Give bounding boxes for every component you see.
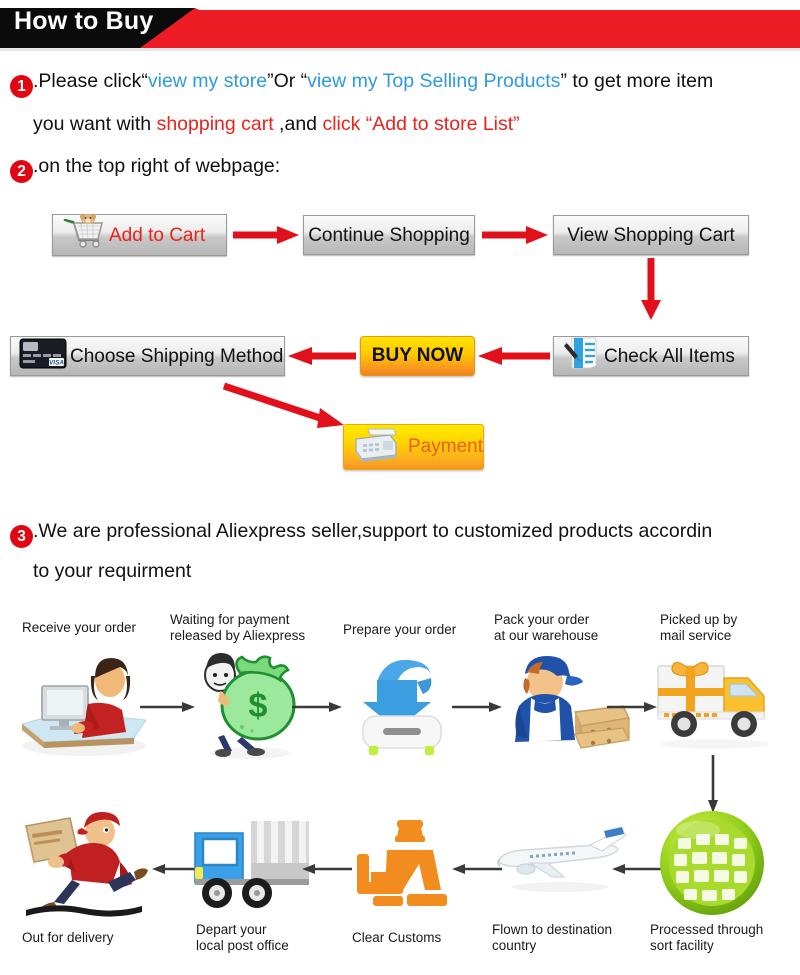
gift-truck-icon [652, 652, 782, 757]
arrow-shipping-to-payment [222, 382, 352, 437]
flow-label-out-for-delivery: Out for delivery [22, 930, 114, 946]
flow-label-prepare-order: Prepare your order [343, 622, 456, 638]
running-courier-icon [8, 808, 158, 923]
payment-label: Payment [408, 436, 483, 457]
step-3-text-2: to your requirment [33, 560, 192, 582]
step-1-text-a: .Please click [33, 70, 142, 92]
arrow-viewcart-to-checkitems [637, 258, 665, 325]
check-all-items-button[interactable]: Check All Items [553, 336, 749, 376]
checklist-icon [562, 336, 602, 376]
flow-label-line1: Prepare your order [343, 622, 457, 637]
flow-label-line1: Picked up by [660, 612, 738, 627]
flow-label-line1: Receive your order [22, 620, 137, 635]
credit-card-icon: VISA [19, 338, 67, 375]
svg-text:$: $ [249, 687, 268, 725]
step-1-line2-b: ,and [273, 113, 323, 135]
flow-label-flown-destination: Flown to destination country [492, 922, 612, 954]
pos-terminal-icon [350, 425, 402, 470]
flow-label-line1: Depart your [196, 922, 267, 937]
flow-label-line1: Pack your order [494, 612, 590, 627]
flow-label-sort-facility: Processed through sort facility [650, 922, 763, 954]
step-2-text: .on the top right of webpage: [33, 155, 281, 177]
buy-now-button[interactable]: BUY NOW [360, 336, 475, 376]
flow-label-line2: released by Aliexpress [170, 627, 306, 643]
arrow-buynow-to-shipping [288, 345, 356, 372]
step-1-line2-a: you want with [33, 113, 157, 135]
flow-label-line1: Processed through [650, 922, 764, 937]
step-2-line: 2 .on the top right of webpage: [10, 155, 280, 183]
arrow-checkitems-to-buynow [478, 345, 550, 372]
flow-label-line1: Waiting for payment [170, 612, 290, 627]
flow-label-picked-up: Picked up by mail service [660, 612, 737, 644]
step-1-text-b: Or [273, 70, 301, 92]
download-arrow-icon [347, 650, 457, 760]
text-add-to-store-list: click “Add to store List” [322, 113, 520, 135]
view-shopping-cart-button[interactable]: View Shopping Cart [553, 215, 749, 255]
flow-label-line2: at our warehouse [494, 627, 599, 643]
step-1-text-c: to get more item [566, 70, 714, 92]
step-1-line-2: you want with shopping cart ,and click “… [33, 113, 520, 136]
choose-shipping-method-label: Choose Shipping Method [70, 345, 284, 367]
link-view-my-store[interactable]: view my store [148, 70, 267, 92]
choose-shipping-method-button[interactable]: VISA Choose Shipping Method [10, 336, 285, 376]
flow-label-clear-customs: Clear Customs [352, 930, 441, 946]
step-2-number: 2 [10, 160, 33, 183]
step-3-line-2: to your requirment [33, 560, 191, 583]
buy-now-label: BUY NOW [371, 345, 464, 366]
flow-label-line1: Flown to destination [492, 922, 613, 937]
flow-label-depart-post-office: Depart your local post office [196, 922, 289, 954]
svg-text:VISA: VISA [49, 359, 64, 366]
blue-truck-icon [185, 815, 315, 920]
person-at-computer-icon [14, 650, 154, 765]
flow-label-line2: sort facility [650, 937, 714, 953]
flow-arrow-2 [292, 700, 342, 719]
payment-button[interactable]: Payment [343, 424, 484, 470]
page-header: How to Buy [0, 0, 800, 52]
arrow-continue-to-viewcart [482, 224, 548, 251]
step-3-line-1: 3 .We are professional Aliexpress seller,… [10, 520, 712, 548]
page-title: How to Buy [14, 7, 154, 35]
flow-arrow-4 [607, 700, 657, 719]
flow-label-line2: local post office [196, 937, 289, 953]
flow-label-waiting-payment: Waiting for payment released by Aliexpre… [170, 612, 305, 644]
link-view-top-selling-products[interactable]: view my Top Selling Products [307, 70, 560, 92]
continue-shopping-label: Continue Shopping [308, 224, 470, 246]
step-3-number: 3 [10, 525, 33, 548]
view-shopping-cart-label: View Shopping Cart [567, 224, 735, 246]
flow-label-line1: Clear Customs [352, 930, 442, 945]
flow-label-line2: mail service [660, 627, 732, 643]
flow-label-pack-order: Pack your order at our warehouse [494, 612, 598, 644]
flow-arrow-1 [140, 700, 195, 719]
add-to-cart-button[interactable]: Add to Cart [52, 214, 227, 256]
check-all-items-label: Check All Items [604, 345, 735, 367]
step-1-number: 1 [10, 75, 33, 98]
flow-label-receive-order: Receive your order [22, 620, 136, 636]
flow-label-line2: country [492, 937, 537, 953]
text-shopping-cart: shopping cart [156, 113, 274, 135]
flow-label-line1: Out for delivery [22, 930, 114, 945]
step-1-line-1: 1 .Please click“view my store”Or “view my… [10, 70, 713, 98]
add-to-cart-label: Add to Cart [109, 224, 206, 246]
flow-arrow-3 [452, 700, 502, 719]
how-to-buy-page: How to Buy 1 .Please click“view my store”… [0, 0, 800, 975]
shopping-cart-icon [61, 214, 105, 256]
green-globe-icon [650, 808, 775, 925]
airplane-icon [490, 825, 630, 910]
arrow-cart-to-continue [233, 224, 299, 251]
customs-officer-icon [345, 812, 455, 917]
step-3-text-1: .We are professional Aliexpress seller,s… [33, 520, 713, 542]
continue-shopping-button[interactable]: Continue Shopping [303, 215, 475, 255]
